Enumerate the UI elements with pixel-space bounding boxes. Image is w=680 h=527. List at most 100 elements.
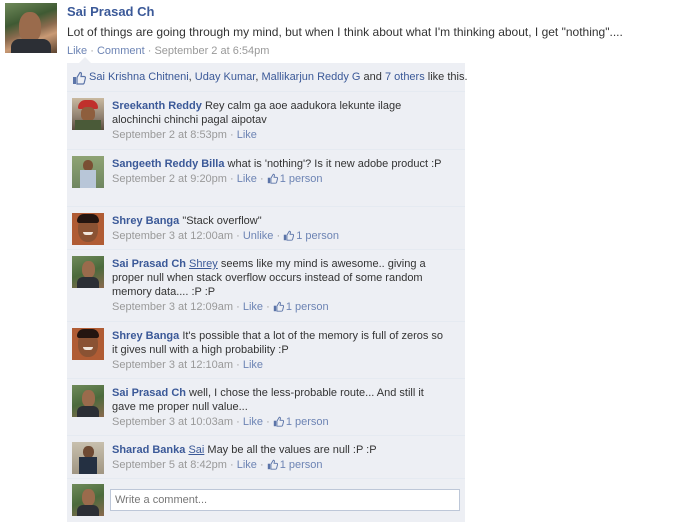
- likes-conjunction: and: [360, 71, 385, 83]
- liker-link[interactable]: Uday Kumar: [195, 71, 256, 83]
- comment: Shrey Banga "Stack overflow" September 3…: [67, 207, 465, 250]
- comment-text: what is 'nothing'? Is it new adobe produ…: [227, 158, 442, 170]
- comment-meta: September 3 at 10:03am · Like · 1 person: [112, 415, 444, 429]
- commenter-avatar[interactable]: [72, 385, 104, 417]
- feedback-panel: Sai Krishna Chitneni, Uday Kumar, Mallik…: [67, 57, 468, 522]
- comment-input[interactable]: [110, 489, 460, 511]
- commenter-avatar[interactable]: [72, 213, 104, 245]
- likes-summary: Sai Krishna Chitneni, Uday Kumar, Mallik…: [67, 63, 468, 92]
- thumbs-up-icon: [283, 230, 294, 241]
- comment-likes-count[interactable]: 1 person: [267, 459, 323, 471]
- meta-separator: ·: [226, 129, 237, 141]
- comment-meta: September 2 at 8:53pm · Like: [112, 128, 444, 142]
- comment-author[interactable]: Shrey Banga: [112, 330, 179, 342]
- commenter-avatar[interactable]: [72, 328, 104, 360]
- comment-likes-label: 1 person: [285, 301, 329, 313]
- liker-link[interactable]: Mallikarjun Reddy G: [261, 71, 360, 83]
- comment-composer: [67, 479, 465, 522]
- commenter-avatar[interactable]: [72, 156, 104, 188]
- thumbs-up-icon: [267, 459, 278, 470]
- comment-likes-label: 1 person: [296, 230, 340, 242]
- comment-mention[interactable]: Sai: [188, 444, 204, 456]
- post-meta: Like · Comment · September 2 at 6:54pm: [67, 45, 269, 57]
- commenter-avatar[interactable]: [72, 442, 104, 474]
- comment-text-wrap: Sai Prasad Ch well, I chose the less-pro…: [112, 387, 424, 413]
- comment-timestamp: September 3 at 12:09am: [112, 301, 234, 313]
- comment-timestamp: September 3 at 12:10am: [112, 359, 234, 371]
- liker-link[interactable]: Sai Krishna Chitneni: [89, 71, 189, 83]
- comment: Shrey Banga It's possible that a lot of …: [67, 322, 465, 379]
- meta-separator: ·: [256, 459, 267, 471]
- post-timestamp: September 2 at 6:54pm: [154, 45, 270, 57]
- comment-likes-count[interactable]: 1 person: [273, 416, 329, 428]
- thumbs-up-icon: [273, 301, 284, 312]
- comment-like-link[interactable]: Like: [237, 459, 257, 471]
- meta-separator: ·: [256, 173, 267, 185]
- comment-author[interactable]: Sharad Banka: [112, 444, 185, 456]
- comment-timestamp: September 3 at 10:03am: [112, 416, 234, 428]
- meta-separator: ·: [226, 173, 237, 185]
- comment-author[interactable]: Sai Prasad Ch: [112, 258, 186, 270]
- viewer-avatar: [72, 484, 104, 516]
- comment-text: "Stack overflow": [182, 215, 262, 227]
- likes-suffix: like this.: [424, 71, 468, 83]
- comment-author[interactable]: Sangeeth Reddy Billa: [112, 158, 224, 170]
- meta-separator: ·: [87, 45, 97, 57]
- meta-separator: ·: [144, 45, 155, 57]
- post-author-avatar[interactable]: [5, 3, 57, 53]
- meta-separator: ·: [233, 416, 243, 428]
- comment-text: May be all the values are null :P :P: [207, 444, 377, 456]
- comment-likes-count[interactable]: 1 person: [283, 230, 339, 242]
- comment-likes-label: 1 person: [279, 173, 323, 185]
- thumbs-up-icon: [273, 416, 284, 427]
- post-comment-link[interactable]: Comment: [97, 45, 145, 57]
- commenter-avatar[interactable]: [72, 256, 104, 288]
- comment-author[interactable]: Shrey Banga: [112, 215, 179, 227]
- meta-separator: ·: [233, 301, 243, 313]
- comment: Sharad Banka Sai May be all the values a…: [67, 436, 465, 479]
- comment-likes-count[interactable]: 1 person: [273, 301, 329, 313]
- comment-mention[interactable]: Shrey: [189, 258, 218, 270]
- comment-timestamp: September 3 at 12:00am: [112, 230, 234, 242]
- comment-timestamp: September 2 at 8:53pm: [112, 129, 227, 141]
- comment-timestamp: September 2 at 9:20pm: [112, 173, 227, 185]
- comment-likes-count[interactable]: 1 person: [267, 173, 323, 185]
- comment-text-wrap: Sreekanth Reddy Rey calm ga aoe aadukora…: [112, 100, 401, 126]
- comment-like-link[interactable]: Like: [237, 129, 257, 141]
- comment-text-wrap: Shrey Banga It's possible that a lot of …: [112, 330, 443, 356]
- comment: Sreekanth Reddy Rey calm ga aoe aadukora…: [67, 92, 465, 150]
- comment: Sangeeth Reddy Billa what is 'nothing'? …: [67, 150, 465, 207]
- comment-meta: September 3 at 12:09am · Like · 1 person: [112, 300, 444, 314]
- comment-unlike-link[interactable]: Unlike: [243, 230, 274, 242]
- comment-like-link[interactable]: Like: [243, 359, 263, 371]
- comment-like-link[interactable]: Like: [237, 173, 257, 185]
- meta-separator: ·: [226, 459, 237, 471]
- meta-separator: ·: [263, 416, 273, 428]
- comment-meta: September 5 at 8:42pm · Like · 1 person: [112, 458, 444, 472]
- comment-likes-label: 1 person: [279, 459, 323, 471]
- meta-separator: ·: [233, 230, 243, 242]
- meta-separator: ·: [273, 230, 284, 242]
- meta-separator: ·: [233, 359, 243, 371]
- comment-meta: September 2 at 9:20pm · Like · 1 person: [112, 172, 444, 186]
- comment-text-wrap: Shrey Banga "Stack overflow": [112, 215, 262, 227]
- thumbs-up-icon: [267, 173, 278, 184]
- post-text: Lot of things are going through my mind,…: [67, 25, 623, 39]
- comment: Sai Prasad Ch Shrey seems like my mind i…: [67, 250, 465, 322]
- comment-likes-label: 1 person: [285, 416, 329, 428]
- post-author-name[interactable]: Sai Prasad Ch: [67, 4, 154, 19]
- comment-text-wrap: Sharad Banka Sai May be all the values a…: [112, 444, 377, 456]
- comment-text-wrap: Sangeeth Reddy Billa what is 'nothing'? …: [112, 158, 442, 170]
- comment-timestamp: September 5 at 8:42pm: [112, 459, 227, 471]
- comment-author[interactable]: Sai Prasad Ch: [112, 387, 186, 399]
- commenter-avatar[interactable]: [72, 98, 104, 130]
- others-likers-link[interactable]: 7 others: [385, 71, 425, 83]
- comment-text-wrap: Sai Prasad Ch Shrey seems like my mind i…: [112, 258, 426, 298]
- comment-like-link[interactable]: Like: [243, 416, 263, 428]
- post-like-link[interactable]: Like: [67, 45, 87, 57]
- meta-separator: ·: [263, 301, 273, 313]
- comment-like-link[interactable]: Like: [243, 301, 263, 313]
- comment-author[interactable]: Sreekanth Reddy: [112, 100, 202, 112]
- comment-meta: September 3 at 12:00am · Unlike · 1 pers…: [112, 229, 444, 243]
- thumbs-up-icon: [72, 71, 86, 85]
